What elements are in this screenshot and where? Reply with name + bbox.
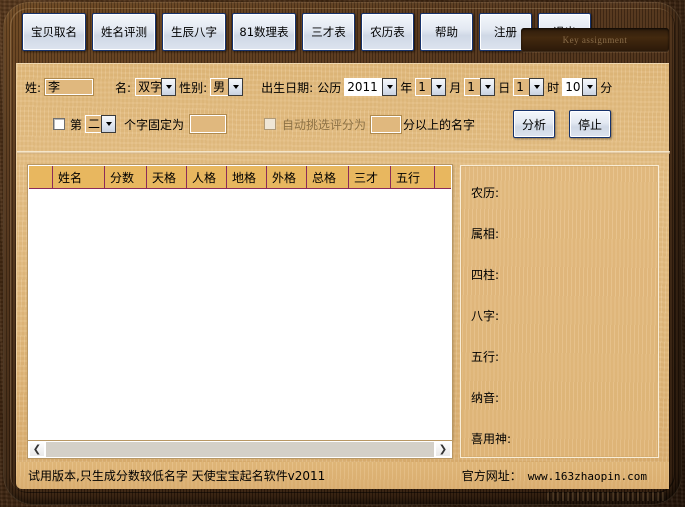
info-row: 八字: [471,307,658,324]
results-table: 姓名 分数 天格 人格 地格 外格 总格 三才 五行 [28,165,452,440]
results-table-header: 姓名 分数 天格 人格 地格 外格 总格 三才 五行 [29,166,451,189]
surname-label: 姓: [25,80,42,95]
toolbar-sancai-table[interactable]: 三才表 [302,13,355,51]
status-footer: 试用版本,只生成分数较低名字 天使宝宝起名软件v2011 官方网址： www.1… [16,462,669,489]
application-window: Key assignment 宝贝取名 姓名评测 生辰八字 81数理表 三才表 农历表 帮助… [0,0,685,507]
given-name-select-value: 双字 [135,78,162,96]
chevron-down-icon[interactable] [228,78,244,96]
gender-select[interactable]: 男 [210,78,244,96]
scrollbar-track[interactable] [46,441,434,458]
main-content-panel: 姓: 李 名: 双字 性别: 男 出生日期: 公历 2011 年 1 月 1 日… [16,63,670,462]
results-column-header[interactable]: 地格 [227,166,267,188]
results-column-header[interactable]: 三才 [349,166,391,188]
calendar-type-label: 公历 [317,80,342,95]
results-column-header[interactable]: 五行 [391,166,435,188]
birth-info-form-row: 姓: 李 名: 双字 性别: 男 出生日期: 公历 2011 年 1 月 1 日… [25,74,665,100]
fix-prefix-label: 第 [70,117,83,132]
info-row-label: 纳音: [471,391,500,405]
fix-character-input[interactable] [190,115,227,133]
auto-pick-checkbox[interactable] [264,118,277,130]
year-unit-label: 年 [400,80,413,95]
analyze-button[interactable]: 分析 [513,110,556,138]
info-row-label: 四柱: [471,268,500,282]
chevron-down-icon[interactable] [480,78,496,96]
birthdate-label: 出生日期: [261,80,314,95]
chevron-down-icon[interactable] [382,78,398,96]
day-unit-label: 日 [498,80,511,95]
chevron-down-icon[interactable] [582,78,598,96]
official-site-url[interactable]: www.163zhaopin.com [528,470,647,483]
auto-pick-score-input[interactable] [371,115,402,133]
form-separator [17,151,670,154]
info-row: 纳音: [471,389,658,406]
year-select-value: 2011 [344,78,383,96]
trial-notice: 试用版本,只生成分数较低名字 天使宝宝起名软件v2011 [28,469,326,483]
info-row-label: 喜用神: [471,432,512,446]
day-select[interactable]: 1 [464,78,496,96]
gender-select-value: 男 [210,78,229,96]
bazi-info-panel: 农历: 属相: 四柱: 八字: 五行: 纳音: 喜用神: [460,165,659,458]
results-horizontal-scrollbar[interactable]: ❮ ❯ [28,441,452,458]
info-row-label: 八字: [471,309,500,323]
results-column-header[interactable]: 外格 [267,166,307,188]
toolbar-baby-naming[interactable]: 宝贝取名 [22,13,86,51]
chevron-down-icon[interactable] [431,78,447,96]
stop-button[interactable]: 停止 [569,110,612,138]
gender-label: 性别: [179,80,208,95]
results-column-header[interactable]: 人格 [187,166,227,188]
auto-pick-suffix-label: 分以上的名字 [403,117,476,132]
day-select-value: 1 [464,78,481,96]
month-unit-label: 月 [449,80,462,95]
fix-suffix-label: 个字固定为 [124,117,185,132]
official-site-label: 官方网址： [461,469,522,483]
results-column-header[interactable]: 姓名 [53,166,105,188]
info-row: 四柱: [471,266,658,283]
toolbar-help[interactable]: 帮助 [420,13,473,51]
fix-index-select[interactable]: 二 [85,115,117,133]
frame-carving-decoration [547,492,667,501]
month-select-value: 1 [415,78,432,96]
auto-pick-prefix-label: 自动挑选评分为 [282,117,367,132]
results-column-header-index[interactable] [29,166,53,188]
fix-character-checkbox[interactable] [53,118,65,130]
info-row: 五行: [471,348,658,365]
official-site: 官方网址： www.163zhaopin.com [462,467,647,484]
surname-input[interactable]: 李 [45,79,94,95]
results-column-header[interactable]: 天格 [147,166,187,188]
info-row-label: 农历: [471,186,500,200]
scroll-left-icon[interactable]: ❮ [29,442,45,457]
results-column-header[interactable]: 总格 [307,166,349,188]
minute-select[interactable]: 10 [562,78,598,96]
key-assignment-label: Key assignment [562,35,628,45]
toolbar-name-evaluation[interactable]: 姓名评测 [92,13,156,51]
key-assignment-plate: Key assignment [521,28,669,52]
year-select[interactable]: 2011 [344,78,398,96]
fix-index-select-value: 二 [85,115,102,133]
chevron-down-icon[interactable] [101,115,117,133]
info-row: 农历: [471,184,658,201]
hour-select[interactable]: 1 [513,78,545,96]
hour-select-value: 1 [513,78,530,96]
info-row: 属相: [471,225,658,242]
results-column-header[interactable]: 分数 [105,166,147,188]
info-row-label: 属相: [471,227,500,241]
chevron-down-icon[interactable] [161,78,177,96]
info-row-label: 五行: [471,350,500,364]
toolbar-lunar-table[interactable]: 农历表 [361,13,414,51]
info-row: 喜用神: [471,430,658,447]
chevron-down-icon[interactable] [529,78,545,96]
given-name-label: 名: [115,80,132,95]
results-table-body[interactable] [29,189,451,439]
toolbar-birth-bazi[interactable]: 生辰八字 [162,13,226,51]
toolbar-81-numerology-table[interactable]: 81数理表 [232,13,296,51]
hour-unit-label: 时 [547,80,560,95]
given-name-select[interactable]: 双字 [135,78,177,96]
minute-select-value: 10 [562,78,583,96]
scroll-right-icon[interactable]: ❯ [435,442,451,457]
options-form-row: 第 二 个字固定为 自动挑选评分为 分以上的名字 分析 停止 [25,108,665,140]
month-select[interactable]: 1 [415,78,447,96]
minute-unit-label: 分 [600,80,613,95]
